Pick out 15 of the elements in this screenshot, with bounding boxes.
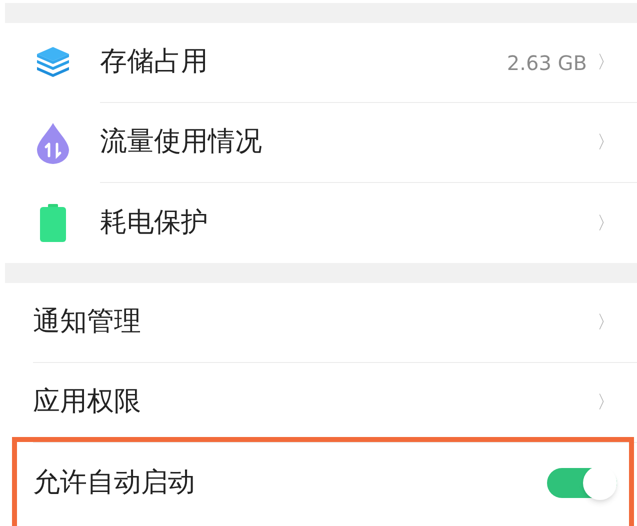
chevron[interactable]: 〉	[597, 389, 615, 416]
setting-label: 通知管理	[33, 305, 141, 340]
setting-label: 允许自动启动	[33, 466, 195, 500]
chevron[interactable]: 〉	[597, 129, 615, 156]
setting-label: 流量使用情况	[100, 125, 262, 160]
chevron[interactable]: 〉	[597, 309, 615, 336]
setting-label: 存储占用	[100, 45, 208, 80]
value-text: 2.63 GB	[506, 50, 587, 76]
drop-icon	[36, 122, 70, 164]
setting-label: 耗电保护	[100, 206, 208, 240]
battery-icon	[38, 204, 66, 242]
chevron[interactable]: 〉	[597, 49, 615, 76]
chevron[interactable]: 〉	[597, 210, 615, 236]
toggle-switch[interactable]	[547, 468, 617, 498]
setting-label: 应用权限	[33, 385, 141, 420]
